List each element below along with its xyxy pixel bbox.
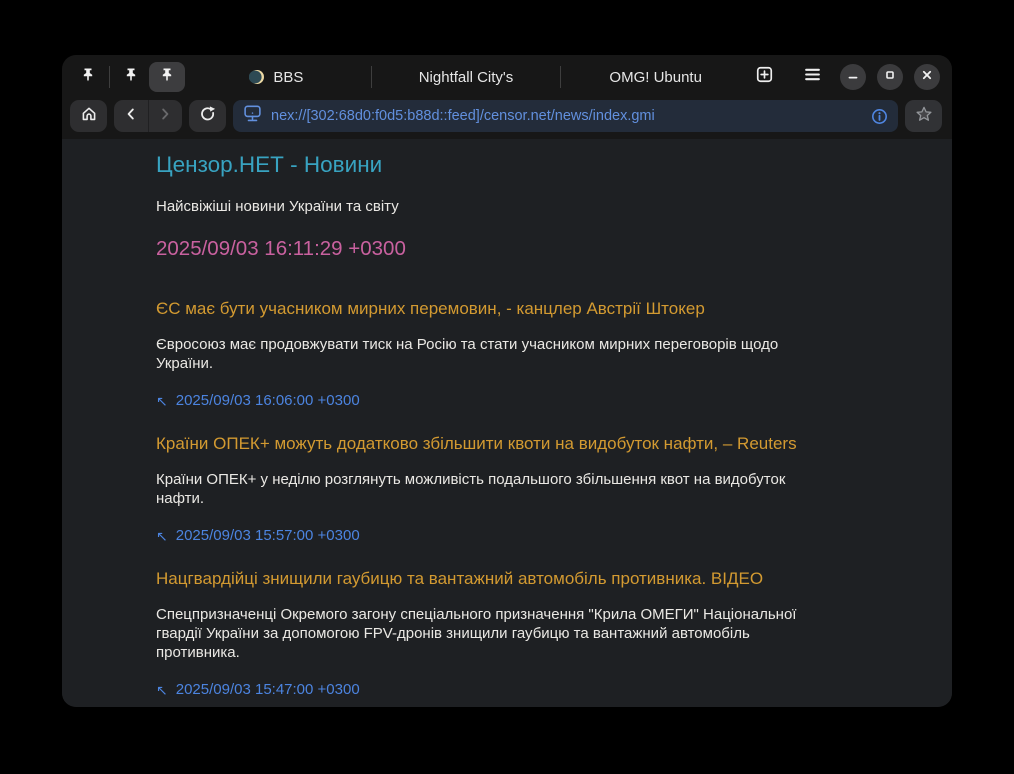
article-heading: Нацгвардійці знищили гаубицю та вантажни… (156, 569, 862, 589)
tab-label: BBS (273, 69, 303, 86)
link-arrow-icon: ↖ (156, 529, 168, 543)
hamburger-menu-icon (803, 65, 822, 89)
tab-bar: BBS Nightfall City's OMG! Ubuntu (62, 55, 952, 99)
tabbar-divider (109, 66, 110, 88)
menu-button[interactable] (795, 62, 829, 92)
tab-label: OMG! Ubuntu (609, 69, 702, 86)
chevron-left-icon (123, 106, 139, 127)
article-timestamp-link[interactable]: ↖ 2025/09/03 15:47:00 +0300 (156, 681, 862, 698)
back-button[interactable] (114, 100, 148, 132)
article-timestamp: 2025/09/03 15:47:00 +0300 (176, 681, 360, 698)
terminal-icon (243, 104, 262, 128)
article-summary: Євросоюз має продовжувати тиск на Росію … (156, 336, 832, 373)
browser-window: BBS Nightfall City's OMG! Ubuntu (62, 55, 952, 707)
page-subtitle: Найсвіжіші новини України та світу (156, 198, 862, 215)
maximize-icon (884, 68, 896, 86)
bookmark-button[interactable] (905, 100, 942, 132)
article-timestamp: 2025/09/03 16:06:00 +0300 (176, 392, 360, 409)
home-icon (80, 105, 98, 128)
minimize-button[interactable] (840, 64, 866, 90)
history-nav-group (114, 100, 182, 132)
url-text[interactable]: nex://[302:68d0:f0d5:b88d::feed]/censor.… (271, 108, 862, 124)
pinned-tab-1[interactable] (70, 62, 106, 92)
feed-updated-heading: 2025/09/03 16:11:29 +0300 (156, 237, 862, 261)
chevron-right-icon (157, 106, 173, 127)
reload-button[interactable] (189, 100, 226, 132)
article-heading: Країни ОПЕК+ можуть додатково збільшити … (156, 434, 862, 454)
tab-omg-ubuntu[interactable]: OMG! Ubuntu (564, 55, 747, 99)
tabbar-divider (560, 66, 561, 88)
link-arrow-icon: ↖ (156, 683, 168, 697)
home-button[interactable] (70, 100, 107, 132)
pushpin-icon (80, 67, 96, 88)
forward-button[interactable] (148, 100, 183, 132)
news-article: ЄС має бути учасником мирних перемовин, … (156, 299, 862, 409)
moon-icon (249, 69, 265, 85)
article-timestamp-link[interactable]: ↖ 2025/09/03 16:06:00 +0300 (156, 392, 862, 409)
link-arrow-icon: ↖ (156, 394, 168, 408)
pinned-tab-2[interactable] (113, 62, 149, 92)
new-tab-button[interactable] (747, 62, 781, 92)
pinned-tab-3-active[interactable] (149, 62, 185, 92)
article-timestamp: 2025/09/03 15:57:00 +0300 (176, 527, 360, 544)
desktop-background: { "tabbar": { "pinned_tabs": [ { "icon":… (0, 0, 1014, 774)
news-article: Країни ОПЕК+ можуть додатково збільшити … (156, 434, 862, 544)
star-icon (915, 105, 933, 128)
minimize-icon (847, 68, 859, 86)
close-button[interactable] (914, 64, 940, 90)
article-heading: ЄС має бути учасником мирних перемовин, … (156, 299, 862, 319)
pushpin-icon (123, 67, 139, 88)
tab-label: Nightfall City's (419, 69, 514, 86)
page-title: Цензор.НЕТ - Новини (156, 152, 862, 178)
tab-nightfall-citys[interactable]: Nightfall City's (375, 55, 558, 99)
article-timestamp-link[interactable]: ↖ 2025/09/03 15:57:00 +0300 (156, 527, 862, 544)
close-icon (921, 68, 933, 86)
tab-bbs[interactable]: BBS (185, 55, 368, 99)
page-info-button[interactable] (871, 108, 888, 125)
url-bar[interactable]: nex://[302:68d0:f0d5:b88d::feed]/censor.… (233, 100, 898, 132)
maximize-button[interactable] (877, 64, 903, 90)
tab-strip: BBS Nightfall City's OMG! Ubuntu (185, 55, 747, 99)
page-content: Цензор.НЕТ - Новини Найсвіжіші новини Ук… (62, 139, 952, 707)
news-article: Нацгвардійці знищили гаубицю та вантажни… (156, 569, 862, 698)
navigation-bar: nex://[302:68d0:f0d5:b88d::feed]/censor.… (62, 99, 952, 139)
article-summary: Країни ОПЕК+ у неділю розглянуть можливі… (156, 471, 832, 508)
article-summary: Спецпризначенці Окремого загону спеціаль… (156, 606, 832, 662)
tabbar-divider (371, 66, 372, 88)
new-tab-icon (755, 65, 774, 89)
reload-icon (198, 104, 217, 128)
pushpin-icon (159, 67, 175, 88)
